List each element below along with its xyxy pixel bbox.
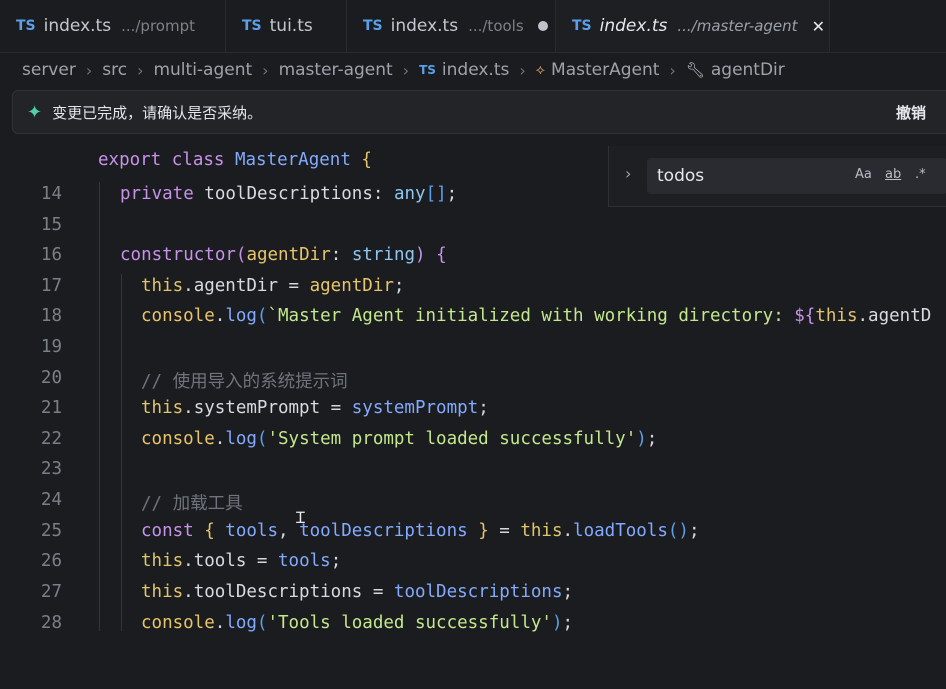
breadcrumb-item[interactable]: master-agent bbox=[279, 60, 393, 80]
chevron-right-icon[interactable]: › bbox=[625, 164, 631, 183]
tab-tools-index[interactable]: TS index.ts .../tools bbox=[347, 0, 556, 52]
undo-button[interactable]: 撤销 bbox=[896, 102, 926, 123]
chevron-right-icon: › bbox=[137, 60, 144, 80]
line-number: 16 bbox=[40, 245, 62, 265]
line-code: constructor(agentDir: string) { bbox=[120, 245, 447, 265]
tab-path: .../prompt bbox=[121, 17, 195, 35]
line-number: 22 bbox=[40, 429, 62, 449]
breadcrumb-item[interactable]: multi-agent bbox=[153, 60, 252, 80]
line-code: console.log('System prompt loaded succes… bbox=[141, 429, 658, 449]
chevron-right-icon: › bbox=[519, 60, 526, 80]
typescript-file-icon: TS bbox=[572, 18, 592, 34]
line-number: 25 bbox=[40, 521, 62, 541]
line-number: 17 bbox=[40, 276, 62, 296]
whole-word-icon[interactable]: ab bbox=[885, 167, 901, 182]
code-line[interactable]: 25 const { tools, toolDescriptions } = t… bbox=[0, 517, 946, 548]
code-line[interactable]: 21 this.systemPrompt = systemPrompt; bbox=[0, 394, 946, 425]
tab-label: index.ts bbox=[390, 16, 459, 36]
breadcrumb-file[interactable]: index.ts bbox=[442, 60, 509, 80]
line-code: this.agentDir = agentDir; bbox=[141, 276, 405, 296]
tab-path: .../tools bbox=[468, 17, 524, 35]
line-code: console.log('Tools loaded successfully')… bbox=[141, 613, 574, 633]
typescript-file-icon: TS bbox=[363, 18, 383, 34]
typescript-file-icon: TS bbox=[16, 18, 36, 34]
breadcrumb-item[interactable]: src bbox=[102, 60, 127, 80]
code-line[interactable]: 15 bbox=[0, 211, 946, 242]
code-line[interactable]: 26 this.tools = tools; bbox=[0, 547, 946, 578]
find-input-box[interactable]: todos Aa ab .* bbox=[647, 158, 946, 194]
code-line[interactable]: 17 this.agentDir = agentDir; bbox=[0, 272, 946, 303]
line-code: private toolDescriptions: any[]; bbox=[120, 184, 458, 204]
line-code: console.log(`Master Agent initialized wi… bbox=[141, 306, 932, 326]
find-input[interactable]: todos bbox=[657, 166, 704, 186]
line-number: 20 bbox=[40, 368, 62, 388]
text-cursor-icon: Ɪ bbox=[296, 508, 305, 527]
code-line[interactable]: 20 // 使用导入的系统提示词 bbox=[0, 364, 946, 395]
line-number: 28 bbox=[40, 613, 62, 633]
typescript-file-icon: TS bbox=[419, 63, 436, 77]
line-number: 27 bbox=[40, 582, 62, 602]
code-line[interactable]: 24 // 加载工具 bbox=[0, 486, 946, 517]
chevron-right-icon: › bbox=[669, 60, 676, 80]
breadcrumb-class[interactable]: MasterAgent bbox=[551, 60, 659, 80]
code-line[interactable]: 18 console.log(`Master Agent initialized… bbox=[0, 302, 946, 333]
chevron-right-icon: › bbox=[262, 60, 269, 80]
sparkle-icon: ✦ bbox=[27, 101, 43, 123]
notice-text: 变更已完成，请确认是否采纳。 bbox=[52, 103, 263, 122]
code-line[interactable]: 23 bbox=[0, 455, 946, 486]
breadcrumb: server › src › multi-agent › master-agen… bbox=[0, 53, 946, 87]
code-line[interactable]: 22 console.log('System prompt loaded suc… bbox=[0, 425, 946, 456]
line-code: const { tools, toolDescriptions } = this… bbox=[141, 521, 700, 541]
line-code: this.systemPrompt = systemPrompt; bbox=[141, 398, 489, 418]
chevron-right-icon: › bbox=[85, 60, 93, 80]
line-number: 21 bbox=[40, 398, 62, 418]
tab-tui[interactable]: TS tui.ts bbox=[226, 0, 347, 52]
sticky-code: export class MasterAgent { bbox=[98, 150, 372, 170]
breadcrumb-item[interactable]: server bbox=[22, 60, 76, 80]
tab-path: .../master-agent bbox=[677, 17, 798, 35]
line-comment: // 加载工具 bbox=[141, 494, 243, 514]
regex-icon[interactable]: .* bbox=[915, 167, 926, 182]
code-line[interactable]: 28 console.log('Tools loaded successfull… bbox=[0, 609, 946, 640]
close-icon[interactable]: ✕ bbox=[812, 17, 825, 36]
line-number: 23 bbox=[40, 459, 62, 479]
line-comment: // 使用导入的系统提示词 bbox=[141, 372, 348, 392]
change-notice-bar: ✦ 变更已完成，请确认是否采纳。 撤销 bbox=[12, 90, 946, 134]
tab-label: index.ts bbox=[43, 16, 112, 36]
line-code: this.toolDescriptions = toolDescriptions… bbox=[141, 582, 574, 602]
line-code: this.tools = tools; bbox=[141, 551, 342, 571]
line-number: 24 bbox=[40, 490, 62, 510]
code-line[interactable]: 19 bbox=[0, 333, 946, 364]
editor-tab-bar: TS index.ts .../prompt TS tui.ts TS inde… bbox=[0, 0, 946, 53]
line-number: 26 bbox=[40, 551, 62, 571]
line-number: 19 bbox=[40, 337, 62, 357]
line-number: 15 bbox=[40, 215, 62, 235]
unsaved-dot-icon[interactable] bbox=[537, 21, 548, 31]
symbol-class-icon: ⟡ bbox=[535, 62, 546, 78]
typescript-file-icon: TS bbox=[242, 18, 262, 34]
wrench-icon: 🔧︎ bbox=[685, 61, 705, 79]
tab-master-agent-index[interactable]: TS index.ts .../master-agent ✕ bbox=[556, 0, 830, 52]
chevron-right-icon: › bbox=[402, 60, 410, 80]
code-line[interactable]: 27 this.toolDescriptions = toolDescripti… bbox=[0, 578, 946, 609]
code-editor[interactable]: export class MasterAgent { 14 private to… bbox=[0, 146, 946, 633]
tab-label: index.ts bbox=[599, 16, 668, 36]
tab-label: tui.ts bbox=[269, 16, 313, 36]
tab-prompt-index[interactable]: TS index.ts .../prompt bbox=[0, 0, 226, 52]
match-case-icon[interactable]: Aa bbox=[855, 167, 872, 182]
line-number: 14 bbox=[40, 184, 62, 204]
breadcrumb-member[interactable]: agentDir bbox=[711, 60, 785, 80]
code-line[interactable]: 16 constructor(agentDir: string) { bbox=[0, 241, 946, 272]
line-number: 18 bbox=[40, 306, 62, 326]
find-widget: › todos Aa ab .* bbox=[608, 146, 946, 207]
